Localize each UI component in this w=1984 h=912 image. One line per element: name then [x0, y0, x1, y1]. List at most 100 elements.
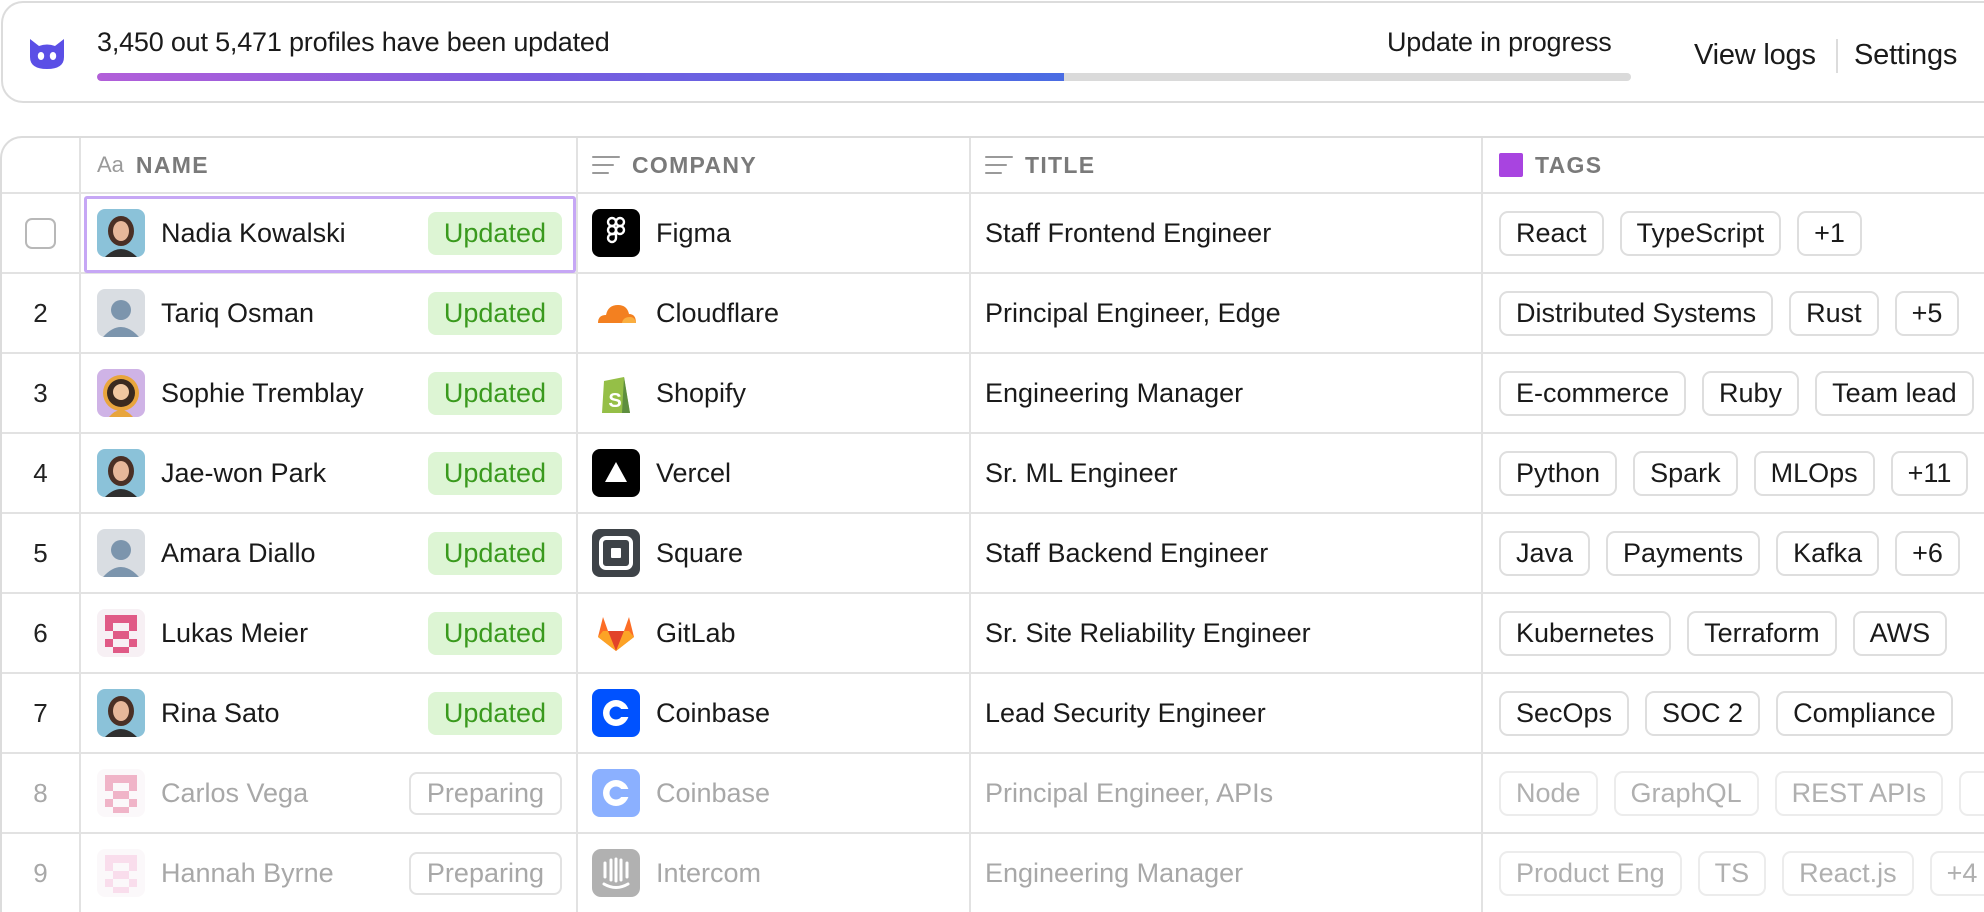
tag-chip[interactable]: Python [1499, 450, 1618, 496]
avatar [97, 849, 145, 897]
tags-cell[interactable]: Java Payments Kafka +6 [1483, 514, 1984, 592]
company-cell[interactable]: S Shopify [578, 354, 971, 432]
table-row[interactable]: 5 Amara Diallo Updated Square Staff Backend … [2, 514, 1984, 594]
title-cell[interactable]: Staff Frontend Engineer [971, 194, 1483, 272]
name-cell[interactable]: Tariq Osman Updated [81, 274, 578, 352]
tag-chip[interactable]: SecOps [1499, 690, 1630, 736]
header-name[interactable]: Aa NAME [81, 138, 578, 192]
view-logs-button[interactable]: View logs [1694, 39, 1816, 72]
tags-cell[interactable]: Distributed Systems Rust +5 [1483, 274, 1984, 352]
name-cell[interactable]: Carlos Vega Preparing [81, 754, 578, 832]
tag-chip[interactable]: E-commerce [1499, 370, 1687, 416]
title-cell[interactable]: Engineering Manager [971, 354, 1483, 432]
tag-chip[interactable]: Payments [1606, 530, 1761, 576]
job-title: Staff Backend Engineer [985, 537, 1269, 568]
title-cell[interactable]: Sr. Site Reliability Engineer [971, 594, 1483, 672]
settings-button[interactable]: Settings [1854, 39, 1957, 72]
tags-cell[interactable]: React TypeScript +1 [1483, 194, 1984, 272]
table-row[interactable]: 7 Rina Sato Updated Coinbase Lead Security E… [2, 674, 1984, 754]
company-cell[interactable]: GitLab [578, 594, 971, 672]
tag-chip[interactable]: +11 [1890, 450, 1969, 496]
tag-chip[interactable]: React [1499, 210, 1604, 256]
name-cell[interactable]: Sophie Tremblay Updated [81, 354, 578, 432]
tag-chip[interactable]: REST APIs [1774, 770, 1944, 816]
table-row[interactable]: 6 Lukas Meier Updated GitLab Sr. Site Reliab… [2, 594, 1984, 674]
name-cell[interactable]: Amara Diallo Updated [81, 514, 578, 592]
tag-chip[interactable]: Compliance [1776, 690, 1953, 736]
tag-chip[interactable]: +5 [1894, 290, 1960, 336]
company-cell[interactable]: Vercel [578, 434, 971, 512]
tag-chip[interactable]: +4 [1929, 850, 1984, 896]
name-cell[interactable]: Hannah Byrne Preparing [81, 834, 578, 912]
person-name: Jae-won Park [161, 457, 327, 488]
header-tags-label: TAGS [1535, 151, 1603, 178]
tag-chip[interactable]: TypeScript [1619, 210, 1782, 256]
tag-chip[interactable]: Ruby [1702, 370, 1800, 416]
title-cell[interactable]: Principal Engineer, APIs [971, 754, 1483, 832]
tag-chip[interactable]: Node [1499, 770, 1598, 816]
status-badge: Updated [427, 371, 562, 415]
tags-cell[interactable]: E-commerce Ruby Team lead [1483, 354, 1984, 432]
company-cell[interactable]: Cloudflare [578, 274, 971, 352]
tag-chip[interactable]: Terraform [1687, 610, 1837, 656]
title-cell[interactable]: Principal Engineer, Edge [971, 274, 1483, 352]
header-title-label: TITLE [1025, 151, 1096, 178]
table-row[interactable]: 2 Tariq Osman Updated Cloudflare Principal E… [2, 274, 1984, 354]
tags-cell[interactable]: Product Eng TS React.js +4 [1483, 834, 1984, 912]
tags-cell[interactable]: SecOps SOC 2 Compliance [1483, 674, 1984, 752]
company-cell[interactable]: Coinbase [578, 754, 971, 832]
tag-chip[interactable]: Spark [1633, 450, 1738, 496]
tag-chip[interactable]: GraphQL [1613, 770, 1759, 816]
name-cell[interactable]: Nadia Kowalski Updated [81, 194, 578, 272]
tag-chip[interactable]: Distributed Systems [1499, 290, 1774, 336]
company-cell[interactable]: Coinbase [578, 674, 971, 752]
name-cell[interactable]: Rina Sato Updated [81, 674, 578, 752]
header-tags[interactable]: TAGS [1483, 138, 1984, 192]
table-row[interactable]: 8 Carlos Vega Preparing Coinbase Principal E… [2, 754, 1984, 834]
table-row[interactable]: 4 Jae-won Park Updated Vercel Sr. ML Enginee… [2, 434, 1984, 514]
row-checkbox[interactable] [25, 217, 56, 249]
title-cell[interactable]: Lead Security Engineer [971, 674, 1483, 752]
avatar [97, 449, 145, 497]
tag-chip[interactable]: +1 [1797, 210, 1862, 256]
tag-chip[interactable]: Rust [1789, 290, 1879, 336]
status-badge: Updated [427, 531, 562, 575]
tags-cell[interactable]: Python Spark MLOps +11 [1483, 434, 1984, 512]
header-name-label: NAME [135, 151, 209, 178]
tag-chip[interactable]: Kafka [1776, 530, 1880, 576]
tags-cell[interactable]: Node GraphQL REST APIs [1483, 754, 1984, 832]
header-company[interactable]: COMPANY [578, 138, 971, 192]
tags-cell[interactable]: Kubernetes Terraform AWS [1483, 594, 1984, 672]
status-badge: Updated [427, 211, 562, 255]
shopify-logo-icon: S [592, 369, 640, 417]
company-cell[interactable]: Square [578, 514, 971, 592]
text-type-icon: Aa [97, 152, 124, 177]
tag-chip[interactable]: React.js [1782, 850, 1914, 896]
header-title[interactable]: TITLE [971, 138, 1483, 192]
tag-chip[interactable]: Kubernetes [1499, 610, 1672, 656]
title-cell[interactable]: Sr. ML Engineer [971, 434, 1483, 512]
company-cell[interactable]: Figma [578, 194, 971, 272]
table-row[interactable]: 3 Sophie Tremblay Updated S Shopify Engineeri… [2, 354, 1984, 434]
company-name: Intercom [656, 857, 762, 888]
row-number: 3 [2, 354, 81, 432]
tag-chip[interactable]: +6 [1895, 530, 1960, 576]
person-name: Hannah Byrne [161, 857, 334, 888]
title-cell[interactable]: Engineering Manager [971, 834, 1483, 912]
table-row[interactable]: 9 Hannah Byrne Preparing Intercom Engineerin… [2, 834, 1984, 912]
tag-chip[interactable] [1959, 770, 1984, 816]
row-select-cell[interactable] [2, 194, 81, 272]
tag-chip[interactable]: AWS [1852, 610, 1948, 656]
name-cell[interactable]: Jae-won Park Updated [81, 434, 578, 512]
title-cell[interactable]: Staff Backend Engineer [971, 514, 1483, 592]
tag-chip[interactable]: SOC 2 [1645, 690, 1761, 736]
tag-chip[interactable]: Java [1499, 530, 1591, 576]
table-row[interactable]: Nadia Kowalski Updated Figma Staff Frontend… [2, 194, 1984, 274]
tag-chip[interactable]: MLOps [1753, 450, 1875, 496]
name-cell[interactable]: Lukas Meier Updated [81, 594, 578, 672]
tag-chip[interactable]: TS [1697, 850, 1767, 896]
company-cell[interactable]: Intercom [578, 834, 971, 912]
tag-chip[interactable]: Team lead [1815, 370, 1974, 416]
tag-chip[interactable]: Product Eng [1499, 850, 1682, 896]
person-name: Amara Diallo [161, 537, 316, 568]
